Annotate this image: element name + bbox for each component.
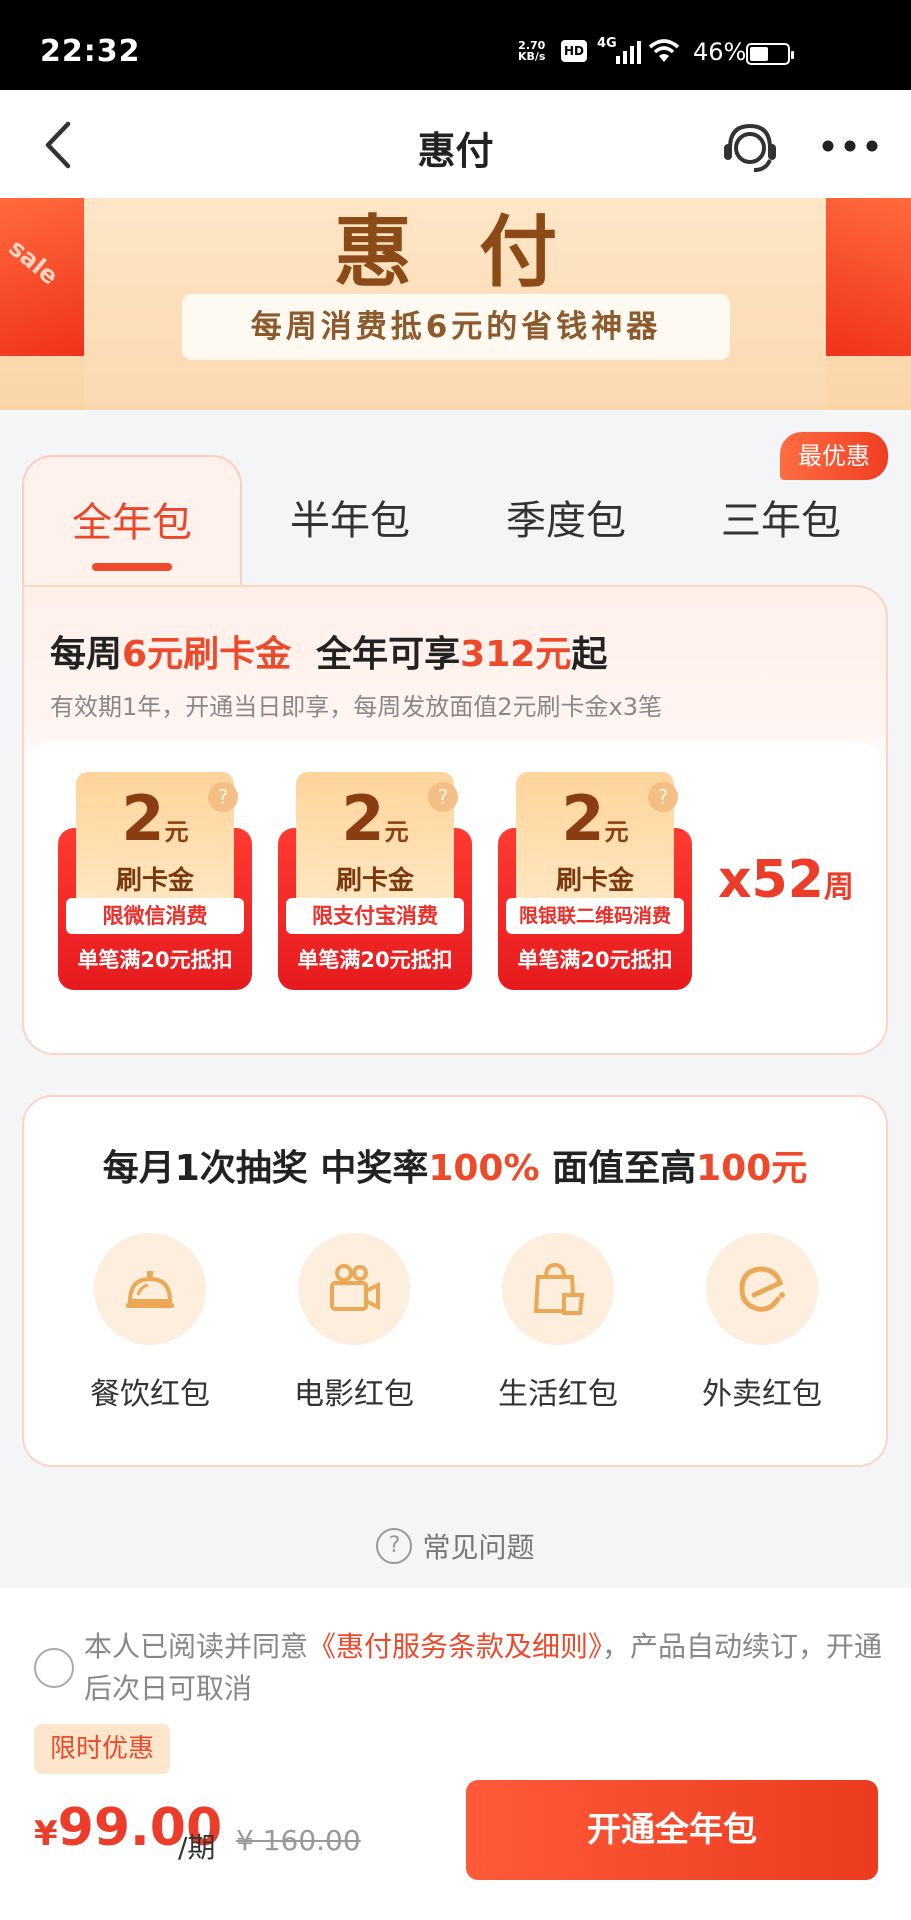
tab-label: 三年包: [721, 498, 841, 544]
coupon-amount-unit: 元: [164, 818, 189, 846]
original-price: ¥ 160.00: [236, 1824, 361, 1857]
package-card: 每周6元刷卡金 全年可享312元起 有效期1年，开通当日即享，每周发放面值2元刷…: [22, 585, 888, 1055]
lottery-highlight: 100%: [428, 1148, 540, 1189]
wifi-icon: [648, 39, 680, 62]
status-bar: 22:32 2.70 KB/s HD 4G 46%: [0, 0, 911, 90]
shopping-bag-icon: [502, 1233, 614, 1345]
coupon-amount: 2元: [498, 782, 692, 855]
coupon-amount-value: 2: [561, 782, 605, 855]
coupon-alipay: ? 2元 刷卡金 限支付宝消费 单笔满20元抵扣: [278, 772, 472, 990]
banner-slogan: 每周消费抵6元的省钱神器: [182, 294, 730, 360]
net-speed-unit: KB/s: [518, 50, 546, 63]
tab-label: 季度包: [506, 498, 626, 544]
signal-bars-icon: [616, 41, 641, 64]
banner-title: 惠 付: [333, 208, 578, 298]
subscribe-button[interactable]: 开通全年包: [466, 1780, 878, 1880]
customer-service-icon[interactable]: [720, 118, 780, 174]
purchase-bar: 本人已阅读并同意《惠付服务条款及细则》，产品自动续订，开通后次日可取消 限时优惠…: [0, 1588, 911, 1920]
tab-quarterly[interactable]: 季度包: [458, 455, 674, 585]
terms-link[interactable]: 《惠付服务条款及细则》: [308, 1630, 602, 1663]
question-icon: ?: [376, 1528, 413, 1564]
tab-half-year[interactable]: 半年包: [242, 455, 458, 585]
agree-checkbox[interactable]: [34, 1648, 74, 1688]
headline-text: 起: [571, 634, 608, 675]
tab-label: 半年包: [290, 498, 410, 544]
lottery-item-label: 餐饮红包: [90, 1377, 210, 1412]
coupon-name: 刷卡金: [555, 866, 634, 896]
lottery-item-label: 电影红包: [294, 1377, 414, 1412]
limited-offer-badge: 限时优惠: [34, 1724, 170, 1774]
best-deal-badge: 最优惠: [780, 432, 888, 480]
headline-text: 每周: [50, 634, 123, 675]
coupon-limit: 限支付宝消费: [286, 898, 464, 934]
more-icon[interactable]: [822, 140, 878, 152]
coupon-name: 刷卡金: [115, 866, 194, 896]
faq-label: 常见问题: [422, 1531, 535, 1564]
lottery-highlight: 100元: [696, 1148, 808, 1189]
nav-header: 惠付: [0, 90, 911, 198]
agreement-text: 本人已阅读并同意《惠付服务条款及细则》，产品自动续订，开通后次日可取消: [84, 1626, 884, 1710]
lottery-item-takeout[interactable]: 外卖红包: [682, 1233, 842, 1413]
coupon-amount-value: 2: [341, 782, 385, 855]
package-headline: 每周6元刷卡金 全年可享312元起: [50, 625, 607, 677]
weeks-count: x52: [718, 850, 824, 910]
coupon-amount: 2元: [58, 782, 252, 855]
coupon-amount-unit: 元: [384, 818, 409, 846]
promo-banner: sale 惠 付 每周消费抵6元的省钱神器: [0, 198, 911, 410]
lottery-item-label: 外卖红包: [702, 1377, 822, 1412]
package-description: 有效期1年，开通当日即享，每周发放面值2元刷卡金x3笔: [50, 693, 663, 721]
coupon-rule: 单笔满20元抵扣: [517, 948, 673, 972]
status-time: 22:32: [40, 34, 141, 69]
headline-highlight: 6元刷卡金: [122, 634, 292, 675]
coupon-limit: 限微信消费: [66, 898, 244, 934]
package-tabs: 全年包 半年包 季度包 三年包: [22, 455, 888, 585]
hd-icon: HD: [561, 40, 587, 62]
coupon-amount: 2元: [278, 782, 472, 855]
lottery-card: 每月1次抽奖 中奖率100% 面值至高100元 餐饮红包 电影红包 生活红包 外…: [22, 1095, 888, 1467]
tab-annual[interactable]: 全年包: [22, 455, 242, 585]
coupon-rule: 单笔满20元抵扣: [297, 948, 453, 972]
coupon-unionpay: ? 2元 刷卡金 限银联二维码消费 单笔满20元抵扣: [498, 772, 692, 990]
lottery-text: 每月1次抽奖 中奖率: [102, 1148, 429, 1189]
faq-link[interactable]: ? 常见问题: [0, 1526, 911, 1566]
headline-text: 全年可享: [316, 634, 461, 675]
lottery-item-dining[interactable]: 餐饮红包: [70, 1233, 230, 1413]
dining-icon: [94, 1233, 206, 1345]
coupon-name: 刷卡金: [335, 866, 414, 896]
lottery-item-life[interactable]: 生活红包: [478, 1233, 638, 1413]
takeout-icon: [706, 1233, 818, 1345]
coupon-wechat: ? 2元 刷卡金 限微信消费 单笔满20元抵扣: [58, 772, 252, 990]
net-speed: 2.70 KB/s: [518, 40, 545, 62]
price-period: /期: [178, 1831, 216, 1864]
tab-underline: [92, 563, 172, 571]
battery-icon: [746, 43, 794, 65]
movie-camera-icon: [298, 1233, 410, 1345]
coupon-area: ? 2元 刷卡金 限微信消费 单笔满20元抵扣 ? 2元 刷卡金 限支付宝消费 …: [24, 742, 886, 1052]
headline-highlight: 312元: [460, 634, 572, 675]
lottery-text: 面值至高: [539, 1148, 697, 1189]
coupon-amount-value: 2: [121, 782, 165, 855]
coupon-amount-unit: 元: [604, 818, 629, 846]
weeks-multiplier: x52周: [718, 850, 854, 910]
coupon-limit: 限银联二维码消费: [506, 898, 684, 934]
battery-percent: 46%: [693, 38, 747, 66]
weeks-unit: 周: [823, 870, 854, 905]
lottery-item-movie[interactable]: 电影红包: [274, 1233, 434, 1413]
tab-label: 全年包: [72, 500, 192, 546]
lottery-headline: 每月1次抽奖 中奖率100% 面值至高100元: [24, 1139, 886, 1191]
agree-text: 本人已阅读并同意: [84, 1630, 309, 1663]
price-currency: ¥: [34, 1814, 58, 1854]
coupon-rule: 单笔满20元抵扣: [77, 948, 233, 972]
lottery-item-label: 生活红包: [498, 1377, 618, 1412]
